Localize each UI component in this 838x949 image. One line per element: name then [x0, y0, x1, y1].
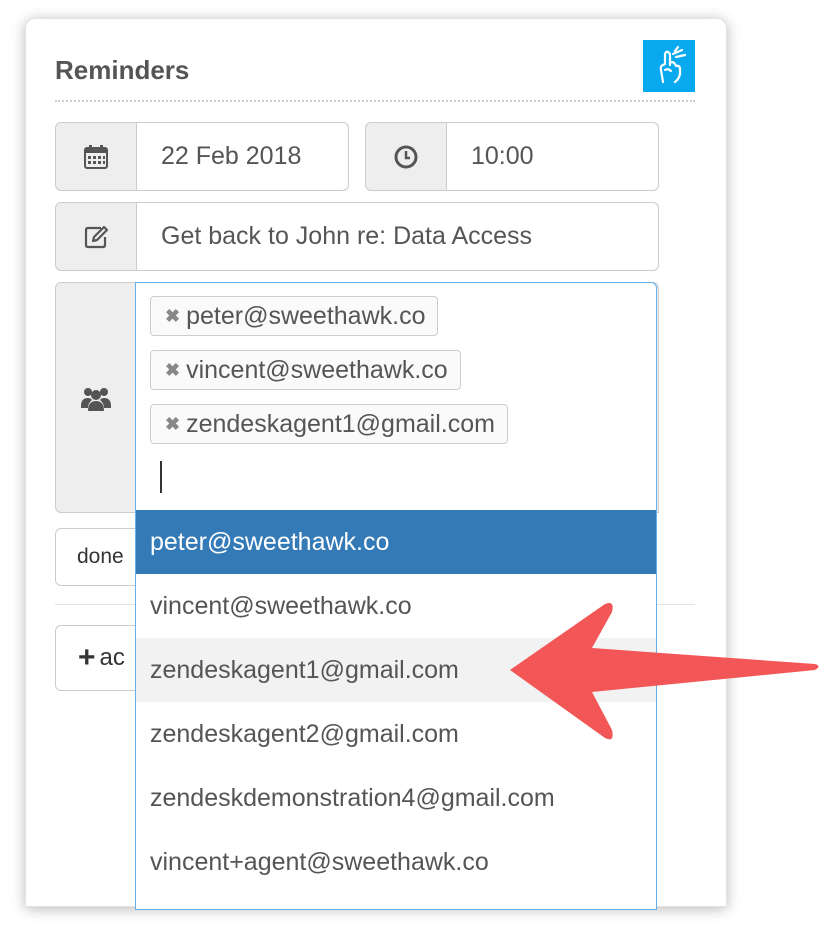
panel-title: Reminders: [55, 55, 190, 85]
time-input[interactable]: 10:00: [446, 123, 658, 190]
dropdown-option[interactable]: vincent+agent@sweethawk.co: [136, 830, 656, 894]
recipients-addon: [56, 283, 136, 512]
text-cursor: [160, 461, 162, 493]
date-group: 22 Feb 2018: [55, 122, 349, 191]
users-icon: [81, 387, 111, 411]
tag-label: vincent@sweethawk.co: [186, 355, 448, 384]
note-input[interactable]: Get back to John re: Data Access: [136, 203, 658, 270]
hand-finger-icon: [659, 46, 687, 84]
tag-label: peter@sweethawk.co: [186, 301, 426, 330]
time-addon: [366, 123, 446, 190]
note-group: Get back to John re: Data Access: [55, 202, 659, 271]
dropdown-option[interactable]: zendeskdemonstration4@gmail.com: [136, 766, 656, 830]
recipients-input[interactable]: ✖ peter@sweethawk.co ✖ vincent@sweethawk…: [135, 282, 657, 510]
app-logo: [643, 40, 695, 92]
dropdown-option[interactable]: peter@sweethawk.co: [136, 510, 656, 574]
remove-tag-icon[interactable]: ✖: [165, 414, 180, 435]
annotation-arrow: [510, 603, 819, 740]
time-group: 10:00: [365, 122, 659, 191]
recipient-tag: ✖ peter@sweethawk.co: [150, 296, 439, 336]
plus-icon: +: [78, 641, 96, 674]
clock-icon: [394, 145, 418, 168]
edit-icon: [84, 225, 109, 248]
tag-label: zendeskagent1@gmail.com: [186, 409, 495, 438]
recipient-tag: ✖ vincent@sweethawk.co: [150, 350, 461, 390]
calendar-icon: [84, 144, 108, 169]
title-divider: [55, 100, 695, 102]
note-addon: [56, 203, 136, 270]
date-addon: [56, 123, 136, 190]
date-input[interactable]: 22 Feb 2018: [136, 123, 348, 190]
recipient-tag: ✖ zendeskagent1@gmail.com: [150, 404, 508, 444]
remove-tag-icon[interactable]: ✖: [165, 360, 180, 381]
add-button-label: ac: [99, 644, 125, 671]
remove-tag-icon[interactable]: ✖: [165, 306, 180, 327]
